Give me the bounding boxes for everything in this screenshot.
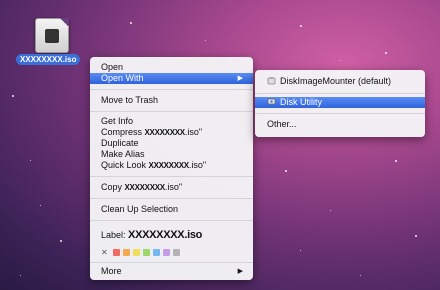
menu-item-label: Open With bbox=[101, 73, 144, 83]
menu-item-label: Quick Look bbox=[101, 160, 149, 170]
page-fold bbox=[60, 18, 69, 27]
file-name: XXXXXXXX bbox=[144, 128, 186, 137]
menu-item-label: Open bbox=[101, 62, 124, 72]
star bbox=[60, 240, 62, 242]
menu-item-label: Make Alias bbox=[101, 149, 145, 159]
star bbox=[340, 60, 341, 61]
star bbox=[205, 40, 206, 41]
menu-separator bbox=[90, 89, 253, 90]
submenu-arrow-icon: ▶ bbox=[237, 75, 243, 82]
menu-item-label: Get Info bbox=[101, 116, 134, 126]
context-menu: Open Open With ▶ Move to Trash Get Info … bbox=[90, 57, 253, 280]
menu-item-label: More bbox=[101, 266, 122, 276]
no-label-icon[interactable]: ✕ bbox=[101, 248, 108, 257]
star bbox=[415, 235, 417, 237]
menu-item-copy[interactable]: Copy XXXXXXXX.iso" bbox=[90, 182, 253, 193]
star bbox=[360, 275, 361, 276]
disk-utility-icon bbox=[267, 97, 276, 106]
file-name: XXXXXXXX.iso bbox=[128, 229, 203, 241]
file-name-label[interactable]: XXXXXXXX.iso bbox=[16, 54, 81, 65]
star bbox=[130, 22, 132, 24]
star bbox=[30, 160, 31, 161]
menu-item-move-to-trash[interactable]: Move to Trash bbox=[90, 95, 253, 106]
menu-separator bbox=[255, 113, 425, 114]
star bbox=[330, 210, 331, 211]
label-swatch-orange[interactable] bbox=[122, 249, 130, 256]
menu-separator bbox=[90, 198, 253, 199]
label-swatch-gray[interactable] bbox=[172, 249, 180, 256]
menu-separator bbox=[255, 93, 425, 94]
document-glyph-icon bbox=[45, 29, 59, 43]
menu-item-label: Other... bbox=[267, 119, 297, 129]
menu-item-label: Compress bbox=[101, 127, 145, 137]
submenu-item-disk-utility[interactable]: Disk Utility bbox=[255, 97, 425, 108]
label-swatch-green[interactable] bbox=[142, 249, 150, 256]
menu-item-label: Copy bbox=[101, 182, 125, 192]
star bbox=[300, 250, 301, 251]
submenu-arrow-icon: ▶ bbox=[237, 268, 243, 275]
menu-item-duplicate[interactable]: Duplicate bbox=[90, 138, 253, 149]
menu-separator bbox=[90, 111, 253, 112]
open-with-submenu: DiskImageMounter (default) Disk Utility … bbox=[255, 70, 425, 137]
menu-item-label: Disk Utility bbox=[280, 97, 322, 107]
menu-item-label-heading: Label: XXXXXXXX.iso bbox=[90, 228, 253, 242]
star bbox=[300, 25, 302, 27]
submenu-item-diskimagemounter[interactable]: DiskImageMounter (default) bbox=[255, 76, 425, 87]
menu-item-label: Move to Trash bbox=[101, 95, 159, 105]
menu-item-label: Clean Up Selection bbox=[101, 204, 179, 214]
label-swatch-purple[interactable] bbox=[162, 249, 170, 256]
star bbox=[285, 170, 287, 172]
label-swatch-red[interactable] bbox=[112, 249, 120, 256]
star bbox=[20, 275, 21, 276]
menu-separator bbox=[90, 262, 253, 263]
label-swatch-blue[interactable] bbox=[152, 249, 160, 256]
file-extension: .iso" bbox=[188, 160, 207, 170]
menu-item-more[interactable]: More ▶ bbox=[90, 266, 253, 277]
label-color-swatches: ✕ bbox=[101, 248, 180, 257]
menu-separator bbox=[90, 176, 253, 177]
menu-item-label: Duplicate bbox=[101, 138, 139, 148]
star bbox=[12, 95, 14, 97]
file-name: XXXXXXXX bbox=[148, 161, 190, 170]
menu-item-compress[interactable]: Compress XXXXXXXX.iso" bbox=[90, 127, 253, 138]
star bbox=[40, 205, 41, 206]
menu-item-clean-up-selection[interactable]: Clean Up Selection bbox=[90, 204, 253, 215]
file-extension: .iso" bbox=[184, 127, 203, 137]
disk-image-mounter-icon bbox=[267, 76, 276, 85]
menu-item-label: DiskImageMounter (default) bbox=[280, 76, 392, 86]
menu-item-open[interactable]: Open bbox=[90, 62, 253, 73]
menu-separator bbox=[90, 220, 253, 221]
iso-file-icon[interactable] bbox=[35, 18, 69, 53]
file-extension: .iso" bbox=[164, 182, 183, 192]
menu-item-make-alias[interactable]: Make Alias bbox=[90, 149, 253, 160]
menu-item-quick-look[interactable]: Quick Look XXXXXXXX.iso" bbox=[90, 160, 253, 171]
menu-item-get-info[interactable]: Get Info bbox=[90, 116, 253, 127]
label-swatch-yellow[interactable] bbox=[132, 249, 140, 256]
menu-item-label: Label: bbox=[101, 230, 129, 240]
submenu-item-other[interactable]: Other... bbox=[255, 119, 425, 130]
star bbox=[385, 52, 387, 54]
star bbox=[395, 160, 397, 162]
file-name: XXXXXXXX bbox=[124, 183, 166, 192]
menu-item-open-with[interactable]: Open With ▶ bbox=[90, 73, 253, 84]
